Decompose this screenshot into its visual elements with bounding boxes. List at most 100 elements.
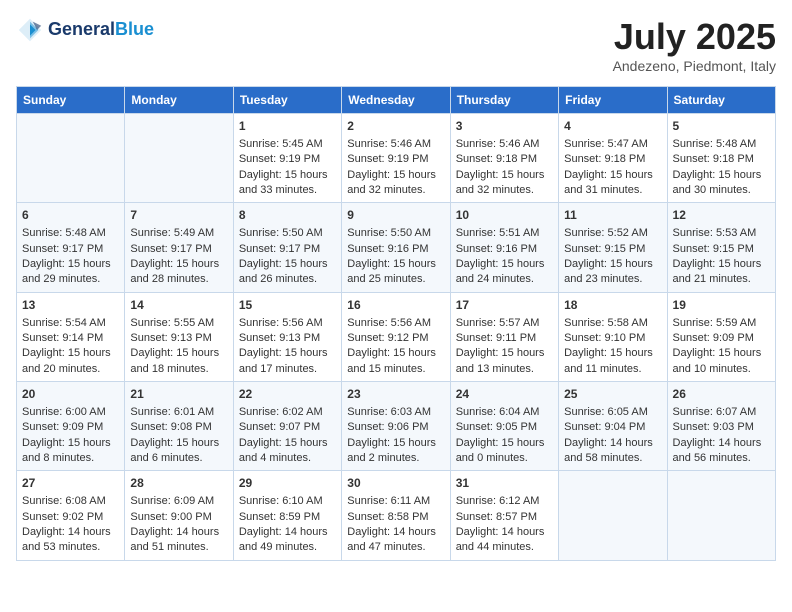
day-info: and 10 minutes. <box>673 362 770 377</box>
day-info: Sunset: 9:11 PM <box>456 331 553 346</box>
day-info: Daylight: 15 hours <box>130 436 227 451</box>
day-info: Sunrise: 5:55 AM <box>130 316 227 331</box>
day-info: Sunset: 9:12 PM <box>347 331 444 346</box>
day-info: Sunset: 8:59 PM <box>239 510 336 525</box>
day-info: and 4 minutes. <box>239 451 336 466</box>
day-info: and 47 minutes. <box>347 540 444 555</box>
calendar-cell: 23Sunrise: 6:03 AMSunset: 9:06 PMDayligh… <box>342 382 450 471</box>
calendar-week-row: 1Sunrise: 5:45 AMSunset: 9:19 PMDaylight… <box>17 114 776 203</box>
day-info: Sunrise: 6:04 AM <box>456 405 553 420</box>
day-info: Daylight: 15 hours <box>456 257 553 272</box>
day-info: Sunset: 9:13 PM <box>239 331 336 346</box>
day-info: Daylight: 15 hours <box>22 257 119 272</box>
day-info: Daylight: 15 hours <box>22 436 119 451</box>
day-number: 6 <box>22 207 119 224</box>
day-info: Sunrise: 5:51 AM <box>456 226 553 241</box>
calendar-cell: 13Sunrise: 5:54 AMSunset: 9:14 PMDayligh… <box>17 292 125 381</box>
day-number: 17 <box>456 297 553 314</box>
calendar-cell <box>125 114 233 203</box>
day-info: Sunrise: 5:46 AM <box>347 137 444 152</box>
day-number: 24 <box>456 386 553 403</box>
day-number: 13 <box>22 297 119 314</box>
day-info: and 31 minutes. <box>564 183 661 198</box>
calendar-week-row: 27Sunrise: 6:08 AMSunset: 9:02 PMDayligh… <box>17 471 776 560</box>
day-info: and 30 minutes. <box>673 183 770 198</box>
day-info: Sunrise: 6:10 AM <box>239 494 336 509</box>
day-info: and 24 minutes. <box>456 272 553 287</box>
day-info: Sunset: 9:06 PM <box>347 420 444 435</box>
day-info: and 44 minutes. <box>456 540 553 555</box>
calendar-cell: 21Sunrise: 6:01 AMSunset: 9:08 PMDayligh… <box>125 382 233 471</box>
day-info: Sunset: 9:03 PM <box>673 420 770 435</box>
day-number: 29 <box>239 475 336 492</box>
day-number: 15 <box>239 297 336 314</box>
day-info: Daylight: 14 hours <box>130 525 227 540</box>
calendar-cell: 2Sunrise: 5:46 AMSunset: 9:19 PMDaylight… <box>342 114 450 203</box>
day-number: 2 <box>347 118 444 135</box>
day-number: 3 <box>456 118 553 135</box>
month-title: July 2025 <box>613 16 776 58</box>
weekday-header-monday: Monday <box>125 87 233 114</box>
calendar-cell: 22Sunrise: 6:02 AMSunset: 9:07 PMDayligh… <box>233 382 341 471</box>
day-info: Sunrise: 6:03 AM <box>347 405 444 420</box>
day-info: Sunrise: 5:48 AM <box>22 226 119 241</box>
day-number: 12 <box>673 207 770 224</box>
day-info: Daylight: 15 hours <box>564 168 661 183</box>
day-info: Sunset: 9:19 PM <box>347 152 444 167</box>
day-info: Daylight: 14 hours <box>347 525 444 540</box>
day-info: Daylight: 14 hours <box>564 436 661 451</box>
day-number: 20 <box>22 386 119 403</box>
day-info: and 21 minutes. <box>673 272 770 287</box>
day-info: Sunset: 9:19 PM <box>239 152 336 167</box>
calendar-cell: 11Sunrise: 5:52 AMSunset: 9:15 PMDayligh… <box>559 203 667 292</box>
day-info: Daylight: 15 hours <box>673 346 770 361</box>
day-info: Sunset: 9:18 PM <box>564 152 661 167</box>
calendar-cell: 3Sunrise: 5:46 AMSunset: 9:18 PMDaylight… <box>450 114 558 203</box>
day-info: Daylight: 15 hours <box>130 346 227 361</box>
weekday-header-sunday: Sunday <box>17 87 125 114</box>
day-info: Sunset: 9:15 PM <box>564 242 661 257</box>
day-info: Sunset: 9:17 PM <box>239 242 336 257</box>
day-info: Sunset: 9:17 PM <box>130 242 227 257</box>
weekday-header-tuesday: Tuesday <box>233 87 341 114</box>
day-number: 31 <box>456 475 553 492</box>
day-info: Sunrise: 5:50 AM <box>239 226 336 241</box>
day-info: Daylight: 15 hours <box>456 436 553 451</box>
calendar-cell: 4Sunrise: 5:47 AMSunset: 9:18 PMDaylight… <box>559 114 667 203</box>
day-info: and 56 minutes. <box>673 451 770 466</box>
day-info: and 11 minutes. <box>564 362 661 377</box>
location: Andezeno, Piedmont, Italy <box>613 58 776 74</box>
calendar-week-row: 20Sunrise: 6:00 AMSunset: 9:09 PMDayligh… <box>17 382 776 471</box>
calendar-cell: 9Sunrise: 5:50 AMSunset: 9:16 PMDaylight… <box>342 203 450 292</box>
day-number: 18 <box>564 297 661 314</box>
calendar-cell <box>17 114 125 203</box>
day-info: and 15 minutes. <box>347 362 444 377</box>
day-info: Daylight: 15 hours <box>239 436 336 451</box>
day-info: Sunrise: 5:54 AM <box>22 316 119 331</box>
day-info: Sunrise: 6:01 AM <box>130 405 227 420</box>
day-info: Daylight: 15 hours <box>130 257 227 272</box>
day-info: Daylight: 15 hours <box>564 257 661 272</box>
day-number: 30 <box>347 475 444 492</box>
day-number: 7 <box>130 207 227 224</box>
day-number: 9 <box>347 207 444 224</box>
day-info: Sunset: 9:09 PM <box>673 331 770 346</box>
day-info: Daylight: 15 hours <box>347 346 444 361</box>
day-info: and 2 minutes. <box>347 451 444 466</box>
day-info: and 26 minutes. <box>239 272 336 287</box>
day-info: Sunrise: 6:02 AM <box>239 405 336 420</box>
weekday-header-saturday: Saturday <box>667 87 775 114</box>
day-number: 21 <box>130 386 227 403</box>
day-info: Sunrise: 6:09 AM <box>130 494 227 509</box>
day-info: and 17 minutes. <box>239 362 336 377</box>
logo-text-line1: GeneralBlue <box>48 20 154 40</box>
day-info: and 32 minutes. <box>456 183 553 198</box>
day-info: Sunrise: 5:59 AM <box>673 316 770 331</box>
day-info: Daylight: 15 hours <box>239 257 336 272</box>
day-number: 5 <box>673 118 770 135</box>
weekday-header-thursday: Thursday <box>450 87 558 114</box>
calendar-cell: 26Sunrise: 6:07 AMSunset: 9:03 PMDayligh… <box>667 382 775 471</box>
logo-icon <box>16 16 44 44</box>
day-info: and 18 minutes. <box>130 362 227 377</box>
day-info: Sunset: 9:16 PM <box>347 242 444 257</box>
